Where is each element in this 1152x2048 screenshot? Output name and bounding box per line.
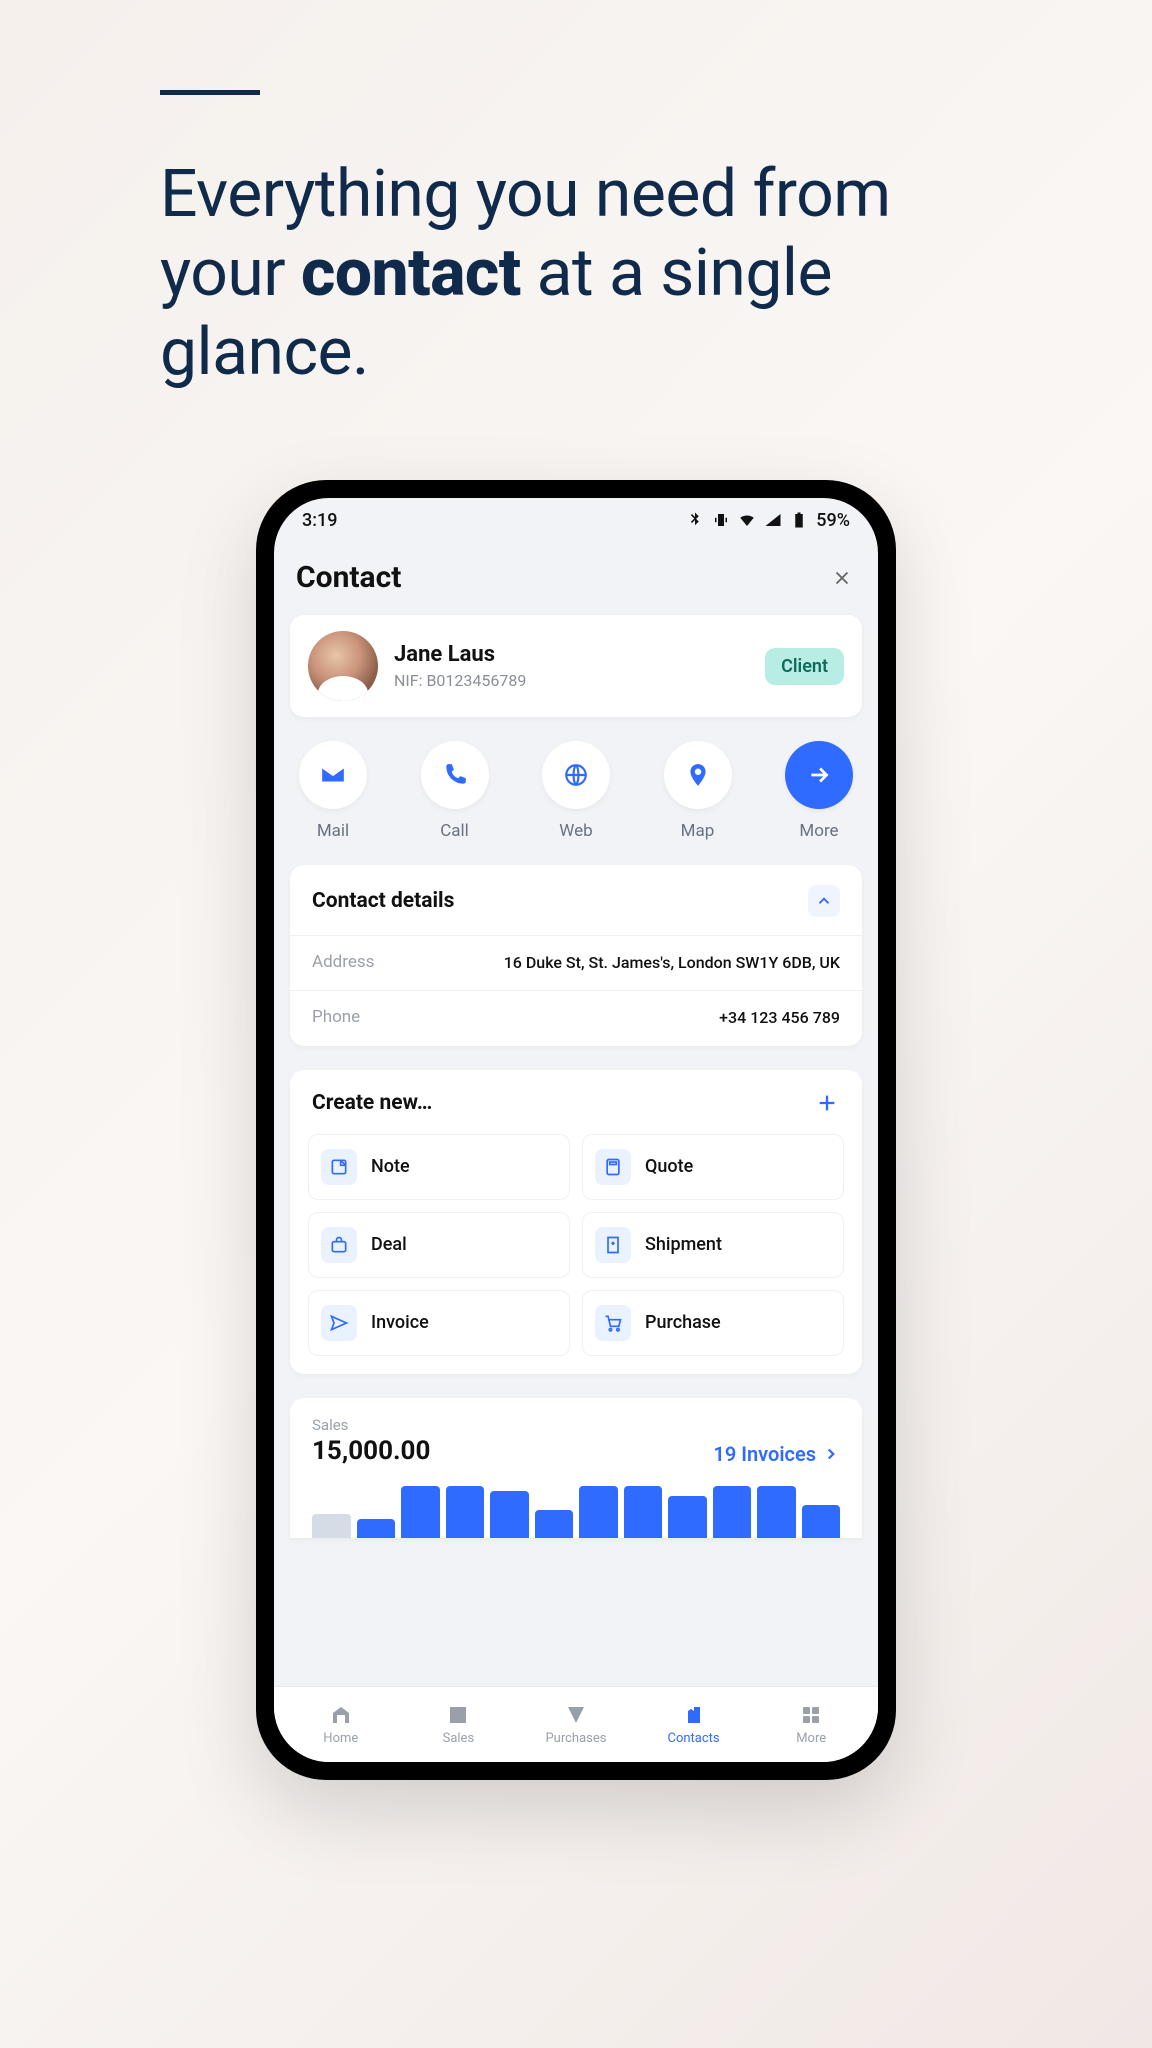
- plus-icon: [816, 1092, 838, 1114]
- home-icon: [329, 1703, 353, 1727]
- create-title: Create new…: [312, 1091, 432, 1115]
- arrow-right-icon: [785, 741, 853, 809]
- chart-bar: [802, 1505, 841, 1538]
- bottom-nav: Home Sales Purchases Contacts More: [274, 1686, 878, 1762]
- contact-details-section: Contact details Address 16 Duke St, St. …: [290, 865, 862, 1046]
- page-title: Contact: [296, 560, 401, 595]
- create-quote[interactable]: Quote: [582, 1134, 844, 1200]
- detail-row-phone[interactable]: Phone +34 123 456 789: [290, 990, 862, 1045]
- details-header[interactable]: Contact details: [290, 865, 862, 935]
- chart-bar: [668, 1496, 707, 1538]
- accent-bar: [160, 90, 260, 95]
- chart-bar: [624, 1486, 663, 1537]
- purchase-icon: [595, 1305, 631, 1341]
- chart-bar: [357, 1519, 396, 1538]
- chart-bar: [713, 1486, 752, 1537]
- content-area: Jane Laus NIF: B0123456789 Client Mail: [274, 615, 878, 1538]
- chart-bar: [579, 1486, 618, 1537]
- contact-info: Jane Laus NIF: B0123456789: [394, 642, 749, 690]
- mail-icon: [299, 741, 367, 809]
- chevron-right-icon: [822, 1445, 840, 1463]
- nav-sales[interactable]: Sales: [400, 1703, 518, 1746]
- sales-header: Sales 15,000.00 19 Invoices: [312, 1416, 840, 1466]
- invoices-link[interactable]: 19 Invoices: [713, 1442, 840, 1466]
- create-header: Create new…: [290, 1070, 862, 1134]
- create-purchase[interactable]: Purchase: [582, 1290, 844, 1356]
- globe-icon: [542, 741, 610, 809]
- chart-bar: [535, 1510, 574, 1538]
- contact-card[interactable]: Jane Laus NIF: B0123456789 Client: [290, 615, 862, 717]
- contact-name: Jane Laus: [394, 642, 749, 667]
- signal-icon: [764, 511, 782, 529]
- action-call[interactable]: Call: [416, 741, 494, 841]
- battery-percent: 59%: [816, 510, 850, 531]
- action-more[interactable]: More: [780, 741, 858, 841]
- chevron-up-icon: [815, 892, 833, 910]
- nav-contacts[interactable]: Contacts: [635, 1703, 753, 1746]
- create-invoice[interactable]: Invoice: [308, 1290, 570, 1356]
- status-right: 59%: [686, 510, 850, 531]
- nav-purchases[interactable]: Purchases: [517, 1703, 635, 1746]
- add-button[interactable]: [814, 1090, 840, 1116]
- action-row: Mail Call Web: [290, 741, 862, 841]
- sales-label: Sales: [312, 1416, 430, 1434]
- purchases-icon: [564, 1703, 588, 1727]
- collapse-button[interactable]: [808, 885, 840, 917]
- chart-bar: [312, 1514, 351, 1537]
- status-badge: Client: [765, 648, 844, 685]
- status-bar: 3:19 59%: [274, 498, 878, 542]
- sales-amount: 15,000.00: [312, 1436, 430, 1466]
- create-note[interactable]: Note: [308, 1134, 570, 1200]
- more-icon: [799, 1703, 823, 1727]
- shipment-icon: [595, 1227, 631, 1263]
- phone-icon: [421, 741, 489, 809]
- marketing-header: Everything you need from your contact at…: [160, 90, 992, 393]
- phone-mockup: 3:19 59% Contact Jane Laus: [256, 480, 896, 1780]
- chart-bar: [490, 1491, 529, 1538]
- note-icon: [321, 1149, 357, 1185]
- chart-bar: [757, 1486, 796, 1537]
- action-mail[interactable]: Mail: [294, 741, 372, 841]
- create-shipment[interactable]: Shipment: [582, 1212, 844, 1278]
- details-title: Contact details: [312, 889, 454, 913]
- close-icon: [831, 567, 853, 589]
- create-new-section: Create new… Note Quote: [290, 1070, 862, 1374]
- action-map[interactable]: Map: [659, 741, 737, 841]
- status-time: 3:19: [302, 510, 337, 531]
- contact-nif: NIF: B0123456789: [394, 671, 749, 690]
- nav-more[interactable]: More: [752, 1703, 870, 1746]
- create-grid: Note Quote Deal Shipment: [290, 1134, 862, 1374]
- chart-bar: [446, 1486, 485, 1537]
- nav-home[interactable]: Home: [282, 1703, 400, 1746]
- bluetooth-icon: [686, 511, 704, 529]
- vibrate-icon: [712, 511, 730, 529]
- detail-row-address[interactable]: Address 16 Duke St, St. James's, London …: [290, 935, 862, 990]
- quote-icon: [595, 1149, 631, 1185]
- battery-icon: [790, 511, 808, 529]
- action-web[interactable]: Web: [537, 741, 615, 841]
- invoice-icon: [321, 1305, 357, 1341]
- marketing-headline: Everything you need from your contact at…: [160, 155, 992, 393]
- wifi-icon: [738, 511, 756, 529]
- page-header: Contact: [274, 542, 878, 615]
- chart-bar: [401, 1486, 440, 1537]
- sales-section: Sales 15,000.00 19 Invoices: [290, 1398, 862, 1538]
- deal-icon: [321, 1227, 357, 1263]
- phone-screen: 3:19 59% Contact Jane Laus: [274, 498, 878, 1762]
- sales-icon: [446, 1703, 470, 1727]
- sales-chart: [312, 1482, 840, 1538]
- contacts-icon: [682, 1703, 706, 1727]
- pin-icon: [664, 741, 732, 809]
- avatar: [308, 631, 378, 701]
- close-button[interactable]: [828, 564, 856, 592]
- create-deal[interactable]: Deal: [308, 1212, 570, 1278]
